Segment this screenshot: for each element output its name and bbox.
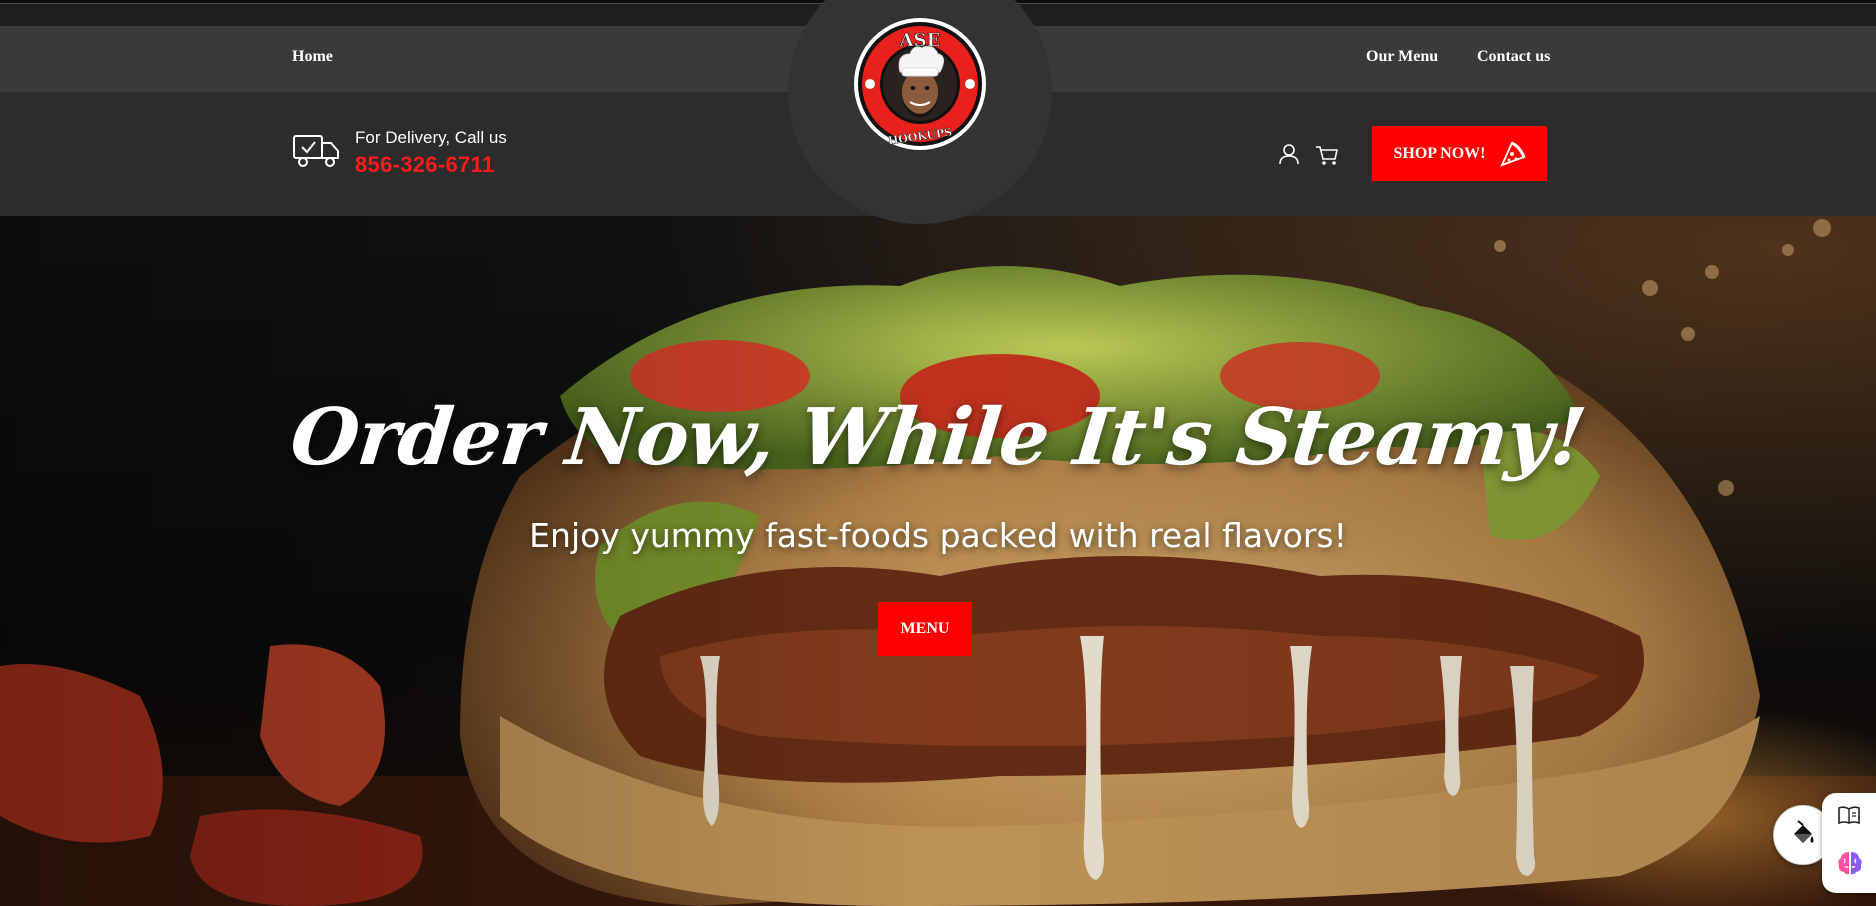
logo-top-text: ASE: [899, 30, 941, 51]
hero-overlay: [0, 216, 1876, 906]
brain-icon[interactable]: [1836, 849, 1864, 877]
hero-title: Order Now, While It's Steamy!: [286, 392, 1590, 483]
nav-our-menu-link[interactable]: Our Menu: [1366, 48, 1438, 66]
hero-subtitle: Enjoy yummy fast-foods packed with real …: [529, 516, 1347, 555]
delivery-phone[interactable]: 856-326-6711: [355, 152, 494, 178]
nav-home-link[interactable]: Home: [292, 48, 333, 66]
hero-menu-button[interactable]: MENU: [878, 602, 972, 656]
nav-contact-link[interactable]: Contact us: [1477, 48, 1550, 66]
paint-bucket-icon: [1794, 820, 1814, 843]
user-icon[interactable]: [1278, 143, 1300, 165]
cart-icon[interactable]: [1315, 144, 1339, 166]
side-tools-panel: [1822, 793, 1876, 893]
logo-badge-icon: ASE HOOKUPS: [854, 18, 986, 150]
hero-section: Order Now, While It's Steamy! Enjoy yumm…: [0, 216, 1876, 906]
reader-mode-icon[interactable]: [1838, 805, 1860, 825]
pizza-slice-icon: [1499, 141, 1525, 167]
brand-logo[interactable]: ASE HOOKUPS: [852, 16, 988, 152]
page: ASE HOOKUPS Home Our Menu Contact us For…: [0, 0, 1876, 906]
delivery-truck-icon: [293, 135, 339, 167]
shop-now-button[interactable]: SHOP NOW!: [1372, 126, 1547, 181]
delivery-label: For Delivery, Call us: [355, 128, 507, 147]
shop-now-label: SHOP NOW!: [1393, 144, 1486, 162]
